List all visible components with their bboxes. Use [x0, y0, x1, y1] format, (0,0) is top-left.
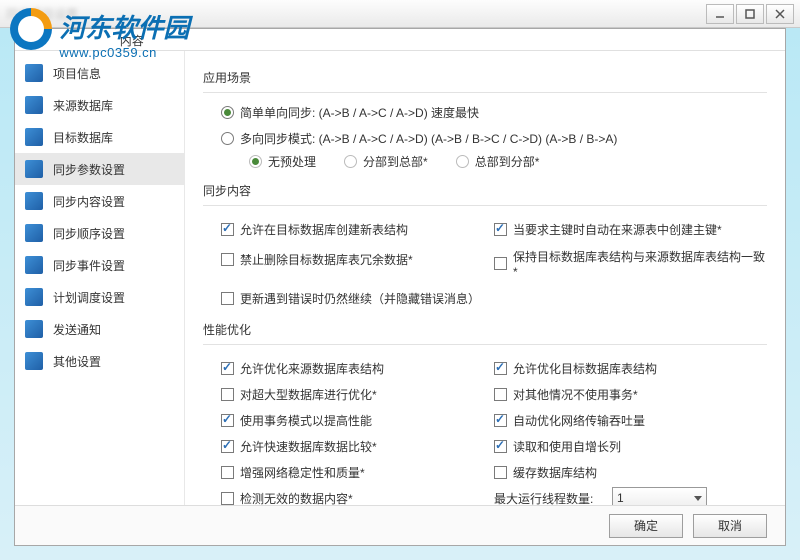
- window-titlebar: 同步项目设置: [0, 0, 800, 28]
- chk-keep-structure[interactable]: 保持目标数据库表结构与来源数据库表结构一致*: [494, 248, 767, 279]
- chk-opt-source[interactable]: 允许优化来源数据库表结构: [221, 357, 494, 379]
- chk-no-delete-redundant[interactable]: 禁止删除目标数据库表冗余数据*: [221, 248, 494, 270]
- content-panel: 应用场景 简单单向同步: (A->B / A->C / A->D) 速度最快 多…: [185, 51, 785, 505]
- chk-net-stable[interactable]: 增强网络稳定性和质量*: [221, 461, 494, 483]
- sidebar-item-other[interactable]: 其他设置: [15, 345, 184, 377]
- sidebar-item-label: 同步顺序设置: [53, 225, 125, 242]
- target-db-icon: [25, 128, 43, 146]
- sidebar-item-source-db[interactable]: 来源数据库: [15, 89, 184, 121]
- chk-detect-invalid[interactable]: 检测无效的数据内容*: [221, 487, 494, 505]
- sidebar-item-label: 同步参数设置: [53, 161, 125, 178]
- content-icon: [25, 192, 43, 210]
- group-perf-title: 性能优化: [203, 321, 767, 338]
- chk-no-tx-other[interactable]: 对其他情况不使用事务*: [494, 383, 767, 405]
- chk-continue-on-error[interactable]: 更新遇到错误时仍然继续（并隐藏错误消息）: [221, 287, 767, 309]
- sidebar-item-notify[interactable]: 发送通知: [15, 313, 184, 345]
- radio-multi-sync[interactable]: 多向同步模式: (A->B / A->C / A->D) (A->B / B->…: [221, 127, 767, 149]
- dialog-tab-label: 内容: [15, 29, 785, 51]
- sidebar-item-label: 同步事件设置: [53, 257, 125, 274]
- dialog-footer: 确定 取消: [15, 505, 785, 545]
- radio-branch-to-hq: 分部到总部*: [344, 153, 428, 170]
- schedule-icon: [25, 288, 43, 306]
- minimize-button[interactable]: [706, 4, 734, 24]
- params-icon: [25, 160, 43, 178]
- ok-button[interactable]: 确定: [609, 514, 683, 538]
- cancel-button[interactable]: 取消: [693, 514, 767, 538]
- threads-label: 最大运行线程数量:: [494, 490, 604, 506]
- sidebar-item-target-db[interactable]: 目标数据库: [15, 121, 184, 153]
- chk-opt-large[interactable]: 对超大型数据库进行优化*: [221, 383, 494, 405]
- radio-no-preprocess: 无预处理: [249, 153, 316, 170]
- sidebar-item-sync-order[interactable]: 同步顺序设置: [15, 217, 184, 249]
- sidebar-item-label: 计划调度设置: [53, 289, 125, 306]
- notify-icon: [25, 320, 43, 338]
- sidebar-item-label: 目标数据库: [53, 129, 113, 146]
- chevron-down-icon: [694, 496, 702, 501]
- chk-use-tx[interactable]: 使用事务模式以提高性能: [221, 409, 494, 431]
- sidebar: 项目信息 来源数据库 目标数据库 同步参数设置 同步内容设置 同步顺序设置 同步…: [15, 51, 185, 505]
- radio-hq-to-branch: 总部到分部*: [456, 153, 540, 170]
- sidebar-item-label: 发送通知: [53, 321, 101, 338]
- window-title: 同步项目设置: [6, 5, 78, 22]
- source-db-icon: [25, 96, 43, 114]
- close-button[interactable]: [766, 4, 794, 24]
- threads-select[interactable]: 1: [612, 487, 707, 505]
- chk-create-table[interactable]: 允许在目标数据库创建新表结构: [221, 218, 494, 240]
- events-icon: [25, 256, 43, 274]
- chk-auto-pk[interactable]: 当要求主键时自动在来源表中创建主键*: [494, 218, 767, 240]
- sidebar-item-label: 其他设置: [53, 353, 101, 370]
- sidebar-item-sync-content[interactable]: 同步内容设置: [15, 185, 184, 217]
- chk-cache-structure[interactable]: 缓存数据库结构: [494, 461, 767, 483]
- sidebar-item-schedule[interactable]: 计划调度设置: [15, 281, 184, 313]
- chk-opt-target[interactable]: 允许优化目标数据库表结构: [494, 357, 767, 379]
- settings-dialog: 内容 项目信息 来源数据库 目标数据库 同步参数设置 同步内容设置 同步顺序设置…: [14, 28, 786, 546]
- other-icon: [25, 352, 43, 370]
- chk-fast-compare[interactable]: 允许快速数据库数据比较*: [221, 435, 494, 457]
- radio-simple-sync[interactable]: 简单单向同步: (A->B / A->C / A->D) 速度最快: [221, 101, 767, 123]
- sidebar-item-sync-params[interactable]: 同步参数设置: [15, 153, 184, 185]
- order-icon: [25, 224, 43, 242]
- chk-opt-network[interactable]: 自动优化网络传输吞吐量: [494, 409, 767, 431]
- chk-autoincrement[interactable]: 读取和使用自增长列: [494, 435, 767, 457]
- sidebar-item-sync-events[interactable]: 同步事件设置: [15, 249, 184, 281]
- sidebar-item-label: 项目信息: [53, 65, 101, 82]
- sidebar-item-label: 来源数据库: [53, 97, 113, 114]
- maximize-button[interactable]: [736, 4, 764, 24]
- sidebar-item-label: 同步内容设置: [53, 193, 125, 210]
- group-scene-title: 应用场景: [203, 69, 767, 86]
- project-icon: [25, 64, 43, 82]
- group-sync-title: 同步内容: [203, 182, 767, 199]
- sidebar-item-project-info[interactable]: 项目信息: [15, 57, 184, 89]
